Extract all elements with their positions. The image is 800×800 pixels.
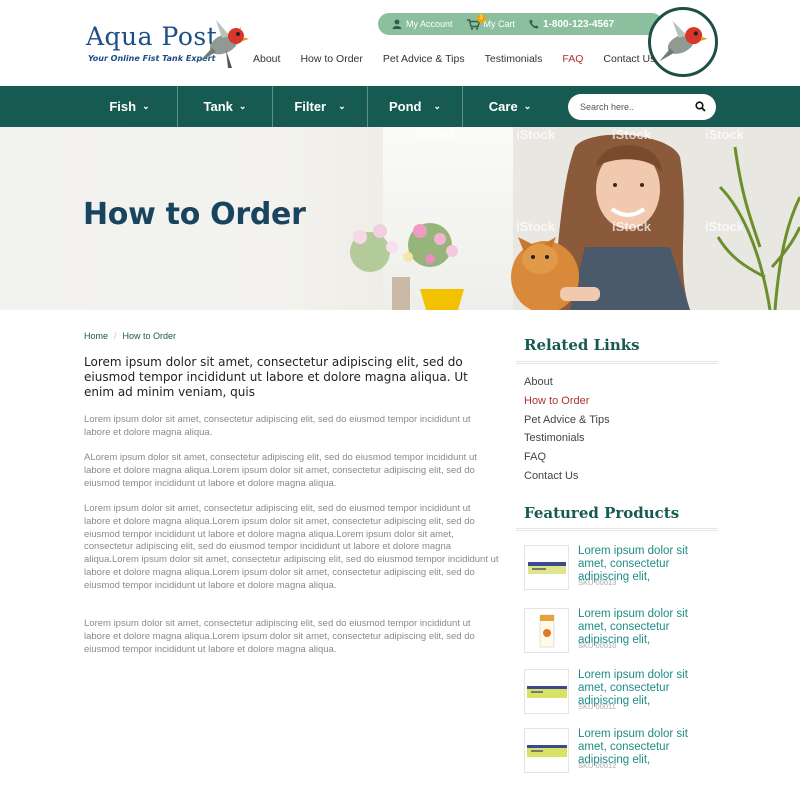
chevron-down-icon: ⌄: [238, 101, 247, 111]
chevron-down-icon: ⌄: [433, 101, 442, 111]
body-paragraph: Lorem ipsum dolor sit amet, consectetur …: [84, 414, 471, 438]
related-link-contact-us[interactable]: Contact Us: [524, 469, 610, 488]
product-box-image: [526, 744, 567, 757]
breadcrumb: Home / How to Order: [84, 331, 176, 341]
category-tank-label: Tank: [203, 99, 233, 114]
page-title: How to Order: [83, 197, 306, 232]
product-box-image: [526, 685, 567, 698]
product-card[interactable]: Lorem ipsum dolor sit amet, consectetur …: [524, 669, 719, 719]
search-box: [568, 94, 716, 120]
lead-paragraph: Lorem ipsum dolor sit amet, consectetur …: [84, 355, 468, 399]
body-paragraph: Lorem ipsum dolor sit amet, consectetur …: [84, 503, 499, 591]
phone-link[interactable]: 1-800-123-4567: [529, 19, 614, 30]
category-pond-label: Pond: [388, 99, 422, 114]
related-link-pet-advice[interactable]: Pet Advice & Tips: [524, 413, 610, 432]
product-card[interactable]: Lorem ipsum dolor sit amet, consectetur …: [524, 728, 719, 778]
nav-contact-us[interactable]: Contact Us: [603, 53, 655, 65]
watermark-text: iStock: [516, 127, 556, 142]
hero-banner: iStock iStock iStock iStock iStock iStoc…: [0, 127, 800, 310]
product-card[interactable]: Lorem ipsum dolor sit amet, consectetur …: [524, 545, 719, 595]
breadcrumb-home[interactable]: Home: [84, 331, 108, 341]
chevron-down-icon: ⌄: [523, 101, 532, 111]
related-link-faq[interactable]: FAQ: [524, 450, 610, 469]
related-links-heading: Related Links: [524, 336, 640, 354]
product-thumbnail[interactable]: [524, 728, 569, 773]
category-care-label: Care: [488, 99, 518, 114]
product-thumbnail[interactable]: [524, 669, 569, 714]
category-fish[interactable]: Fish ⌄: [82, 86, 177, 127]
product-sku: SKU 00011: [578, 702, 616, 711]
related-link-about[interactable]: About: [524, 375, 610, 394]
watermark-text: iStock: [612, 219, 652, 234]
divider: [516, 361, 718, 364]
watermark-text: iStock: [612, 127, 652, 142]
product-thumbnail[interactable]: [524, 608, 569, 653]
nav-pet-advice[interactable]: Pet Advice & Tips: [383, 53, 465, 65]
category-filter[interactable]: Filter ⌄: [272, 86, 367, 127]
category-filter-label: Filter: [294, 99, 327, 114]
my-cart-label: My Cart: [483, 19, 516, 29]
product-box-image: [527, 561, 566, 574]
product-sku: SKU 00012: [578, 761, 617, 770]
chevron-down-icon: ⌄: [142, 101, 150, 111]
chevron-down-icon: ⌄: [338, 101, 346, 111]
nav-faq[interactable]: FAQ: [562, 53, 583, 65]
watermark-text: iStock: [516, 219, 556, 234]
search-icon[interactable]: [695, 101, 706, 112]
related-links-list: About How to Order Pet Advice & Tips Tes…: [524, 375, 610, 488]
my-account-label: My Account: [406, 19, 453, 29]
top-utility-bar: My Account 3 My Cart 1-800-123-4567: [378, 13, 663, 35]
featured-products-heading: Featured Products: [524, 504, 680, 522]
divider: [516, 528, 718, 531]
watermark-text: iStock: [418, 127, 458, 142]
product-sku: SKU 00013: [578, 578, 617, 587]
breadcrumb-separator: /: [114, 331, 117, 341]
category-pond[interactable]: Pond ⌄: [367, 86, 462, 127]
cart-count-badge: 3: [476, 13, 486, 23]
breadcrumb-current: How to Order: [122, 331, 177, 341]
user-icon: [392, 19, 402, 29]
related-link-testimonials[interactable]: Testimonials: [524, 431, 610, 450]
my-account-link[interactable]: My Account: [392, 19, 453, 29]
product-thumbnail[interactable]: [524, 545, 569, 590]
nav-testimonials[interactable]: Testimonials: [485, 53, 543, 65]
body-paragraph: ALorem ipsum dolor sit amet, consectetur…: [84, 452, 477, 489]
category-tank[interactable]: Tank ⌄: [177, 86, 272, 127]
related-link-how-to-order[interactable]: How to Order: [524, 394, 610, 413]
product-card[interactable]: Lorem ipsum dolor sit amet, consectetur …: [524, 608, 719, 658]
bird-badge-logo: [648, 7, 718, 77]
bird-logo-icon: [199, 20, 249, 68]
flower-pots-image: [350, 223, 464, 310]
phone-number: 1-800-123-4567: [543, 18, 615, 30]
product-sku: SKU 00010: [578, 641, 617, 650]
watermark-text: iStock: [705, 219, 745, 234]
category-fish-label: Fish: [109, 99, 137, 114]
site-header: Aqua Post Your Online Fist Tank Expert M…: [0, 0, 800, 86]
nav-how-to-order[interactable]: How to Order: [300, 53, 362, 65]
phone-icon: [529, 19, 539, 29]
watermark-text: iStock: [705, 127, 745, 142]
body-paragraph: Lorem ipsum dolor sit amet, consectetur …: [84, 618, 475, 655]
product-bottle-image: [539, 614, 554, 647]
main-navigation: About How to Order Pet Advice & Tips Tes…: [253, 53, 675, 65]
site-logo[interactable]: Aqua Post Your Online Fist Tank Expert: [86, 14, 256, 74]
category-care[interactable]: Care ⌄: [462, 86, 557, 127]
search-input[interactable]: [580, 102, 690, 112]
nav-about[interactable]: About: [253, 53, 280, 65]
my-cart-link[interactable]: 3 My Cart: [466, 13, 516, 30]
